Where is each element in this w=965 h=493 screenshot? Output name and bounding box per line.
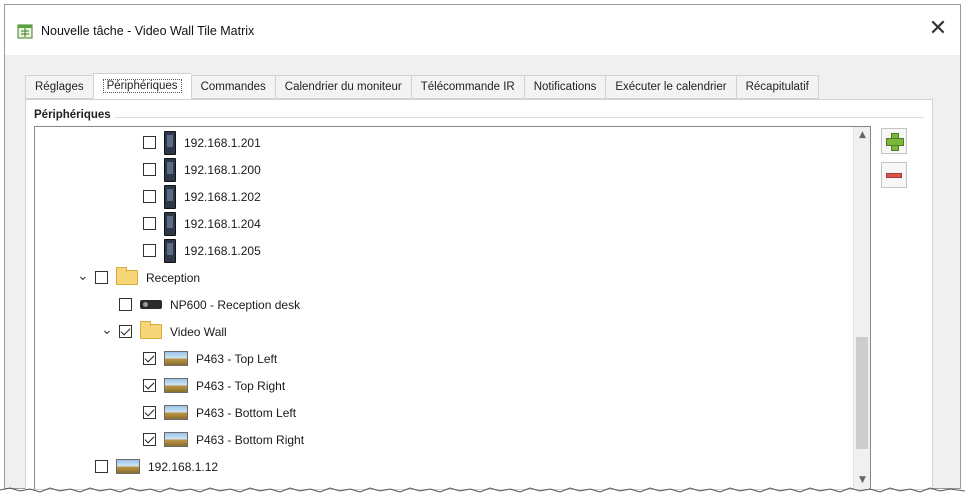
tree-scrollbar[interactable]: ▲ ▼: [853, 127, 870, 489]
tree-item-checkbox[interactable]: [143, 190, 156, 203]
tree-item-label: 192.168.1.201: [184, 135, 261, 150]
remove-device-button[interactable]: [881, 162, 907, 188]
tree-item-label: 192.168.1.205: [184, 243, 261, 258]
close-button[interactable]: ✕: [924, 17, 952, 43]
window-title: Nouvelle tâche - Video Wall Tile Matrix: [41, 24, 255, 38]
tree-item-label: 192.168.1.200: [184, 162, 261, 177]
tab-label: Exécuter le calendrier: [615, 81, 727, 93]
projector-icon: [140, 300, 162, 309]
tree-item[interactable]: 192.168.1.204: [143, 210, 261, 237]
display-icon: [164, 238, 176, 263]
expand-chevron-icon[interactable]: ⌄: [101, 323, 113, 337]
tree-item[interactable]: 192.168.1.202: [143, 183, 261, 210]
tree-item-checkbox[interactable]: [143, 352, 156, 365]
tree-item-label: P463 - Top Right: [196, 378, 286, 393]
tree-item[interactable]: ⌄ Reception: [77, 264, 200, 291]
tree-item[interactable]: P463 - Top Right: [143, 372, 285, 399]
tab-label: Calendrier du moniteur: [284, 81, 402, 93]
landscape-display-icon: [164, 432, 188, 447]
tree-item-label: NP600 - Reception desk: [170, 297, 301, 312]
torn-edge-decoration: [0, 487, 965, 493]
tree-item-label: P463 - Bottom Left: [196, 405, 297, 420]
tree-item-checkbox[interactable]: [143, 163, 156, 176]
scroll-thumb[interactable]: [856, 337, 868, 449]
tree-item-label: Video Wall: [170, 324, 227, 339]
display-icon: [164, 157, 176, 182]
display-icon: [164, 211, 176, 236]
landscape-display-icon: [164, 378, 188, 393]
tab-label: Périphériques: [102, 79, 182, 93]
tree-item-label: 192.168.1.202: [184, 189, 261, 204]
tab-label: Commandes: [200, 81, 266, 93]
add-device-button[interactable]: [881, 128, 907, 154]
tree-item-label: 192.168.1.204: [184, 216, 261, 231]
tree-item-checkbox[interactable]: [143, 217, 156, 230]
tab-notifications[interactable]: Notifications: [523, 75, 606, 99]
tab-label: Réglages: [35, 81, 84, 93]
display-icon: [164, 184, 176, 209]
folder-icon: [140, 321, 162, 339]
tree-item[interactable]: 192.168.1.12: [95, 453, 218, 480]
tree-item-label: P463 - Top Left: [196, 351, 278, 366]
landscape-display-icon: [164, 405, 188, 420]
dialog-window: Nouvelle tâche - Video Wall Tile Matrix …: [4, 4, 961, 490]
group-title: Périphériques: [34, 109, 115, 121]
tree-item-checkbox[interactable]: [119, 325, 132, 338]
tree-item-checkbox[interactable]: [143, 244, 156, 257]
tab-executer-le-calendrier[interactable]: Exécuter le calendrier: [605, 75, 736, 99]
folder-icon: [116, 267, 138, 285]
tab-strip: Réglages Périphériques Commandes Calendrier…: [25, 73, 819, 99]
scroll-up-arrow-icon[interactable]: ▲: [854, 127, 870, 144]
tab-label: Notifications: [533, 81, 597, 93]
tree-item[interactable]: P463 - Bottom Right: [143, 426, 304, 453]
tree-item[interactable]: ⌄ Video Wall: [101, 318, 227, 345]
landscape-display-icon: [164, 351, 188, 366]
tree-item-checkbox[interactable]: [95, 271, 108, 284]
dialog-body: Réglages Périphériques Commandes Calendrier…: [5, 55, 960, 490]
tree-item-checkbox[interactable]: [143, 433, 156, 446]
tree-item-label: 192.168.1.12: [148, 459, 219, 474]
task-calendar-icon: [17, 23, 33, 39]
tree-item[interactable]: P463 - Top Left: [143, 345, 277, 372]
tab-peripheriques[interactable]: Périphériques: [92, 73, 191, 99]
tree-item-checkbox[interactable]: [119, 298, 132, 311]
tree-item-label: P463 - Bottom Right: [196, 432, 305, 447]
minus-icon: [886, 173, 902, 178]
tree-item[interactable]: 192.168.1.200: [143, 156, 261, 183]
tab-label: Récapitulatif: [745, 81, 809, 93]
tree-item-checkbox[interactable]: [143, 406, 156, 419]
tree-item-checkbox[interactable]: [143, 379, 156, 392]
tree-item[interactable]: 192.168.1.205: [143, 237, 261, 264]
tree-item-checkbox[interactable]: [143, 136, 156, 149]
tab-commandes[interactable]: Commandes: [190, 75, 275, 99]
tree-item-label: Reception: [146, 270, 201, 285]
tab-telecommande-ir[interactable]: Télécommande IR: [410, 75, 524, 99]
display-icon: [164, 130, 176, 155]
tree-item-checkbox[interactable]: [95, 460, 108, 473]
device-tree[interactable]: ▲ ▼ 192.168.1.201 192.168.1.200 192.168.1.…: [34, 126, 871, 489]
tree-item[interactable]: NP600 - Reception desk: [119, 291, 300, 318]
group-divider: [34, 117, 924, 118]
tree-item[interactable]: P463 - Bottom Left: [143, 399, 296, 426]
tab-reglages[interactable]: Réglages: [25, 75, 93, 99]
landscape-display-icon: [116, 459, 140, 474]
plus-icon: [886, 133, 904, 151]
tab-panel-peripheriques: Périphériques ▲ ▼ 192.168.1.201 192.168.1…: [25, 99, 933, 490]
expand-chevron-icon[interactable]: ⌄: [77, 269, 89, 283]
tab-recapitulatif[interactable]: Récapitulatif: [735, 75, 819, 99]
tab-calendrier-du-moniteur[interactable]: Calendrier du moniteur: [274, 75, 411, 99]
tree-item[interactable]: 192.168.1.201: [143, 129, 261, 156]
tab-label: Télécommande IR: [420, 81, 515, 93]
title-bar: Nouvelle tâche - Video Wall Tile Matrix …: [5, 5, 960, 55]
